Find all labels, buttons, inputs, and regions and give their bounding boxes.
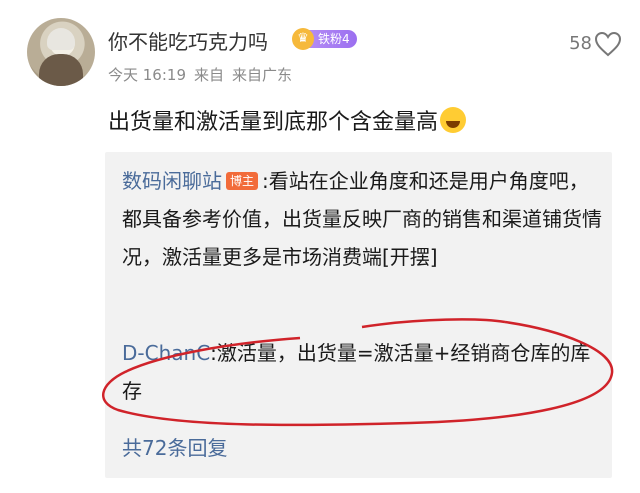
reply-author[interactable]: 数码闲聊站 [122,169,222,193]
blogger-badge: 博主 [226,172,259,190]
replies-panel: 数码闲聊站 博主:看站在企业角度和还是用户角度吧，都具备参考价值，出货量反映厂商的… [105,152,612,478]
avatar[interactable] [27,18,95,86]
laughing-emoji-icon [440,107,467,133]
like-count: 58 [569,33,592,54]
reply-item[interactable]: 数码闲聊站 博主:看站在企业角度和还是用户角度吧，都具备参考价值，出货量反映厂商的… [122,162,602,276]
reply-item[interactable]: D-ChanC:激活量，出货量=激活量+经销商仓库的库存 [122,334,602,410]
view-all-replies-link[interactable]: 共72条回复 [122,432,227,461]
comment-body: 出货量和激活量到底那个含金量高 [108,110,439,135]
comment-source: 来自 [194,66,225,84]
fan-badge[interactable]: ♛ 铁粉4 [292,28,357,50]
comment-location: 来自广东 [232,66,293,84]
crown-icon: ♛ [292,28,314,50]
comment-meta: 今天 16:19 来自 来自广东 [108,64,300,85]
comment-time: 今天 16:19 [108,66,186,84]
heart-icon[interactable] [594,31,622,57]
fan-badge-label: 铁粉4 [308,30,357,48]
username[interactable]: 你不能吃巧克力吗 [108,26,268,55]
comment-text: 出货量和激活量到底那个含金量高 [108,104,467,136]
reply-author[interactable]: D-ChanC [122,341,210,365]
